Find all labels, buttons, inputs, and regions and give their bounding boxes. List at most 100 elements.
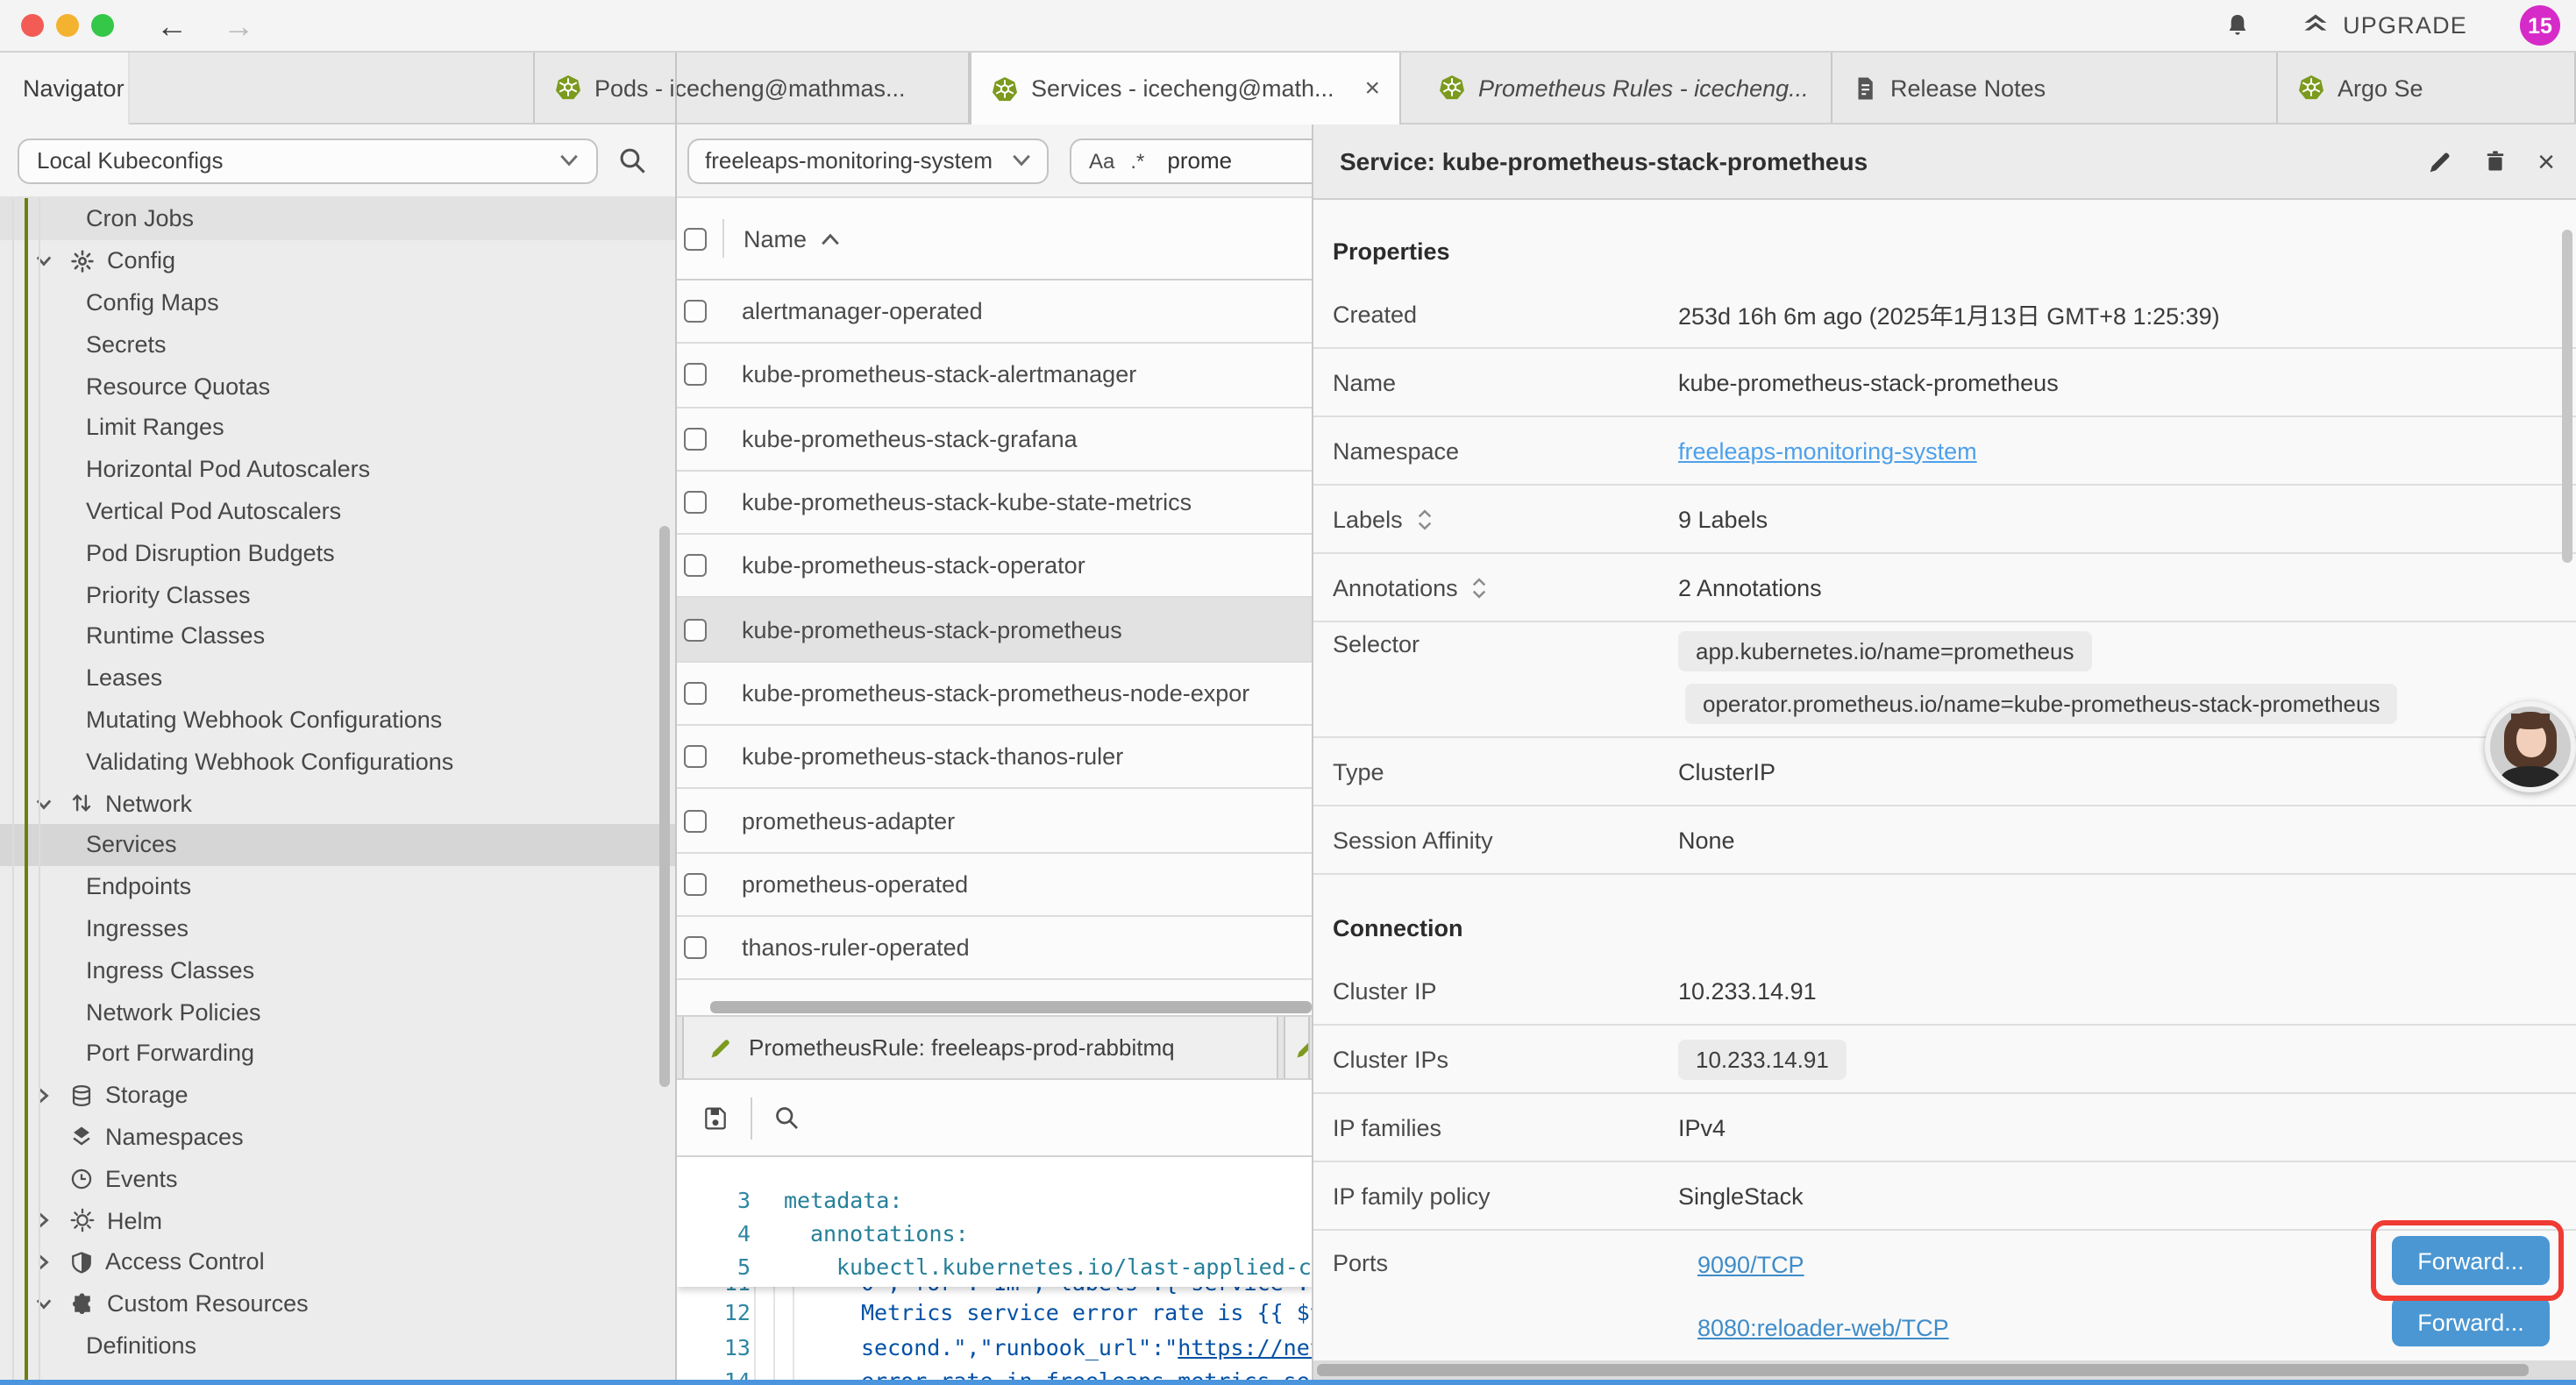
expand-collapse-icon[interactable] (1417, 508, 1433, 530)
edit-pencil-icon[interactable] (2427, 148, 2453, 174)
table-row-prometheus-adapter[interactable]: prometheus-adapter (677, 790, 1312, 854)
sidebar-item-custom-resources[interactable]: Custom Resources (0, 1282, 675, 1325)
detail-vertical-scrollbar[interactable] (2562, 230, 2572, 563)
row-checkbox[interactable] (684, 809, 707, 832)
sidebar-scrollbar-thumb[interactable] (659, 526, 670, 1087)
match-case-toggle[interactable]: Aa (1089, 148, 1114, 173)
table-row-kube-prometheus-stack-operator[interactable]: kube-prometheus-stack-operator (677, 535, 1312, 599)
notifications-bell-icon[interactable] (2224, 11, 2252, 40)
kubeconfig-select[interactable]: Local Kubeconfigs (18, 138, 598, 183)
name-filter-input[interactable]: Aa .* prome (1070, 138, 1312, 183)
sidebar-search-icon[interactable] (617, 146, 647, 175)
navigator-panel-tab[interactable]: Navigator (0, 53, 130, 124)
sidebar-item-validating-webhook-configurations[interactable]: Validating Webhook Configurations (0, 741, 675, 783)
row-checkbox[interactable] (684, 555, 707, 578)
table-row-thanos-ruler-operated[interactable]: thanos-ruler-operated (677, 917, 1312, 981)
sidebar-item-events[interactable]: Events (0, 1158, 675, 1200)
regex-toggle[interactable]: .* (1130, 148, 1144, 173)
port-link-8080:reloader-web/TCP[interactable]: 8080:reloader-web/TCP (1697, 1315, 1949, 1341)
sidebar-item-runtime-classes[interactable]: Runtime Classes (0, 615, 675, 657)
sidebar-item-ingress-classes[interactable]: Ingress Classes (0, 949, 675, 991)
namespace-select[interactable]: freeleaps-monitoring-system (687, 138, 1049, 183)
editor-tab-stub[interactable] (1284, 1017, 1310, 1078)
sidebar-item-port-forwarding[interactable]: Port Forwarding (0, 1033, 675, 1075)
maximize-window-button[interactable] (91, 14, 114, 37)
detail-row-labels: Labels9 Labels (1313, 486, 2576, 554)
row-checkbox[interactable] (684, 745, 707, 768)
sort-ascending-icon[interactable] (821, 232, 840, 245)
sidebar-item-endpoints[interactable]: Endpoints (0, 866, 675, 908)
tab-release-notes[interactable]: Release Notes (1832, 53, 2278, 123)
chevron-down-icon[interactable] (35, 252, 53, 268)
table-row-kube-prometheus-stack-thanos-ruler[interactable]: kube-prometheus-stack-thanos-ruler (677, 726, 1312, 790)
row-checkbox[interactable] (684, 682, 707, 705)
editor-tab-prometheusrule[interactable]: PrometheusRule: freeleaps-prod-rabbitmq (682, 1017, 1278, 1078)
row-checkbox[interactable] (684, 873, 707, 896)
sidebar-item-namespaces[interactable]: Namespaces (0, 1116, 675, 1158)
editor-search-icon[interactable] (773, 1104, 800, 1131)
sidebar-item-network[interactable]: Network (0, 782, 675, 824)
chevron-down-icon[interactable] (35, 795, 53, 811)
tab-prometheus-rules-icecheng[interactable]: Prometheus Rules - icecheng... (1419, 53, 1832, 123)
sidebar-item-ingresses[interactable]: Ingresses (0, 907, 675, 949)
sidebar-item-network-policies[interactable]: Network Policies (0, 991, 675, 1033)
chevron-right-icon[interactable] (35, 1254, 53, 1271)
row-checkbox[interactable] (684, 364, 707, 387)
sidebar-item-config-maps[interactable]: Config Maps (0, 281, 675, 323)
sidebar-item-resource-quotas[interactable]: Resource Quotas (0, 365, 675, 407)
sidebar-item-services[interactable]: Services (0, 824, 675, 866)
yaml-editor[interactable]: 110","for":"1m","labels":{"service":"f12… (677, 1157, 1312, 1385)
row-checkbox[interactable] (684, 427, 707, 450)
table-row-kube-prometheus-stack-grafana[interactable]: kube-prometheus-stack-grafana (677, 408, 1312, 472)
table-row-prometheus-operated[interactable]: prometheus-operated (677, 853, 1312, 917)
close-window-button[interactable] (21, 14, 44, 37)
table-row-kube-prometheus-stack-prometheus[interactable]: kube-prometheus-stack-prometheus (677, 599, 1312, 663)
sidebar-item-config[interactable]: Config (0, 240, 675, 282)
port-link-9090/TCP[interactable]: 9090/TCP (1697, 1252, 1804, 1278)
detail-horizontal-scrollbar[interactable] (1313, 1360, 2576, 1380)
close-tab-icon[interactable]: × (1364, 74, 1380, 103)
row-checkbox[interactable] (684, 618, 707, 641)
chevron-right-icon[interactable] (35, 1211, 53, 1229)
name-column-header[interactable]: Name (744, 225, 807, 252)
tab-argo-se[interactable]: Argo Se (2278, 53, 2576, 123)
sidebar-item-priority-classes[interactable]: Priority Classes (0, 573, 675, 615)
sidebar-item-pod-disruption-budgets[interactable]: Pod Disruption Budgets (0, 532, 675, 574)
row-checkbox[interactable] (684, 300, 707, 323)
sidebar-item-horizontal-pod-autoscalers[interactable]: Horizontal Pod Autoscalers (0, 449, 675, 491)
expand-collapse-icon[interactable] (1472, 576, 1488, 599)
table-row-alertmanager-operated[interactable]: alertmanager-operated (677, 281, 1312, 344)
back-arrow-icon[interactable]: ← (156, 10, 188, 41)
sidebar-item-mutating-webhook-configurations[interactable]: Mutating Webhook Configurations (0, 699, 675, 741)
row-checkbox[interactable] (684, 936, 707, 959)
chevron-down-icon[interactable] (35, 1296, 53, 1311)
forward-button-8080:reloader-web/TCP[interactable]: Forward... (2392, 1297, 2550, 1346)
tab-pods-icecheng-mathmas[interactable]: Pods - icecheng@mathmas... (533, 53, 970, 123)
delete-trash-icon[interactable] (2483, 147, 2508, 175)
sidebar-item-leases[interactable]: Leases (0, 657, 675, 700)
upgrade-button[interactable]: UPGRADE (2301, 12, 2467, 39)
select-all-checkbox[interactable] (684, 227, 707, 250)
tab-services-icecheng-math[interactable]: Services - icecheng@math...× (970, 53, 1401, 124)
minimize-window-button[interactable] (56, 14, 79, 37)
table-row-kube-prometheus-stack-alertmanager[interactable]: kube-prometheus-stack-alertmanager (677, 344, 1312, 408)
sidebar-item-secrets[interactable]: Secrets (0, 323, 675, 366)
sidebar-item-storage[interactable]: Storage (0, 1074, 675, 1116)
layers-icon (70, 1125, 93, 1149)
save-floppy-icon[interactable] (701, 1104, 729, 1132)
sidebar-item-limit-ranges[interactable]: Limit Ranges (0, 407, 675, 449)
sidebar-item-definitions[interactable]: Definitions (0, 1325, 675, 1367)
row-checkbox[interactable] (684, 491, 707, 514)
table-row-kube-prometheus-stack-kube-state-metrics[interactable]: kube-prometheus-stack-kube-state-metrics (677, 472, 1312, 536)
table-row-kube-prometheus-stack-prometheus-node-expor[interactable]: kube-prometheus-stack-prometheus-node-ex… (677, 663, 1312, 727)
sidebar-item-vertical-pod-autoscalers[interactable]: Vertical Pod Autoscalers (0, 490, 675, 532)
sidebar-item-cron-jobs[interactable]: Cron Jobs (0, 198, 675, 240)
sidebar-item-helm[interactable]: Helm (0, 1199, 675, 1241)
close-icon[interactable]: × (2537, 146, 2555, 176)
namespace-link[interactable]: freeleaps-monitoring-system (1678, 437, 1977, 464)
sidebar-item-access-control[interactable]: Access Control (0, 1241, 675, 1283)
chevron-right-icon[interactable] (35, 1086, 53, 1104)
list-horizontal-scrollbar[interactable] (677, 999, 1312, 1015)
notification-count-badge[interactable]: 15 (2520, 5, 2560, 46)
assistant-avatar[interactable] (2485, 701, 2576, 792)
